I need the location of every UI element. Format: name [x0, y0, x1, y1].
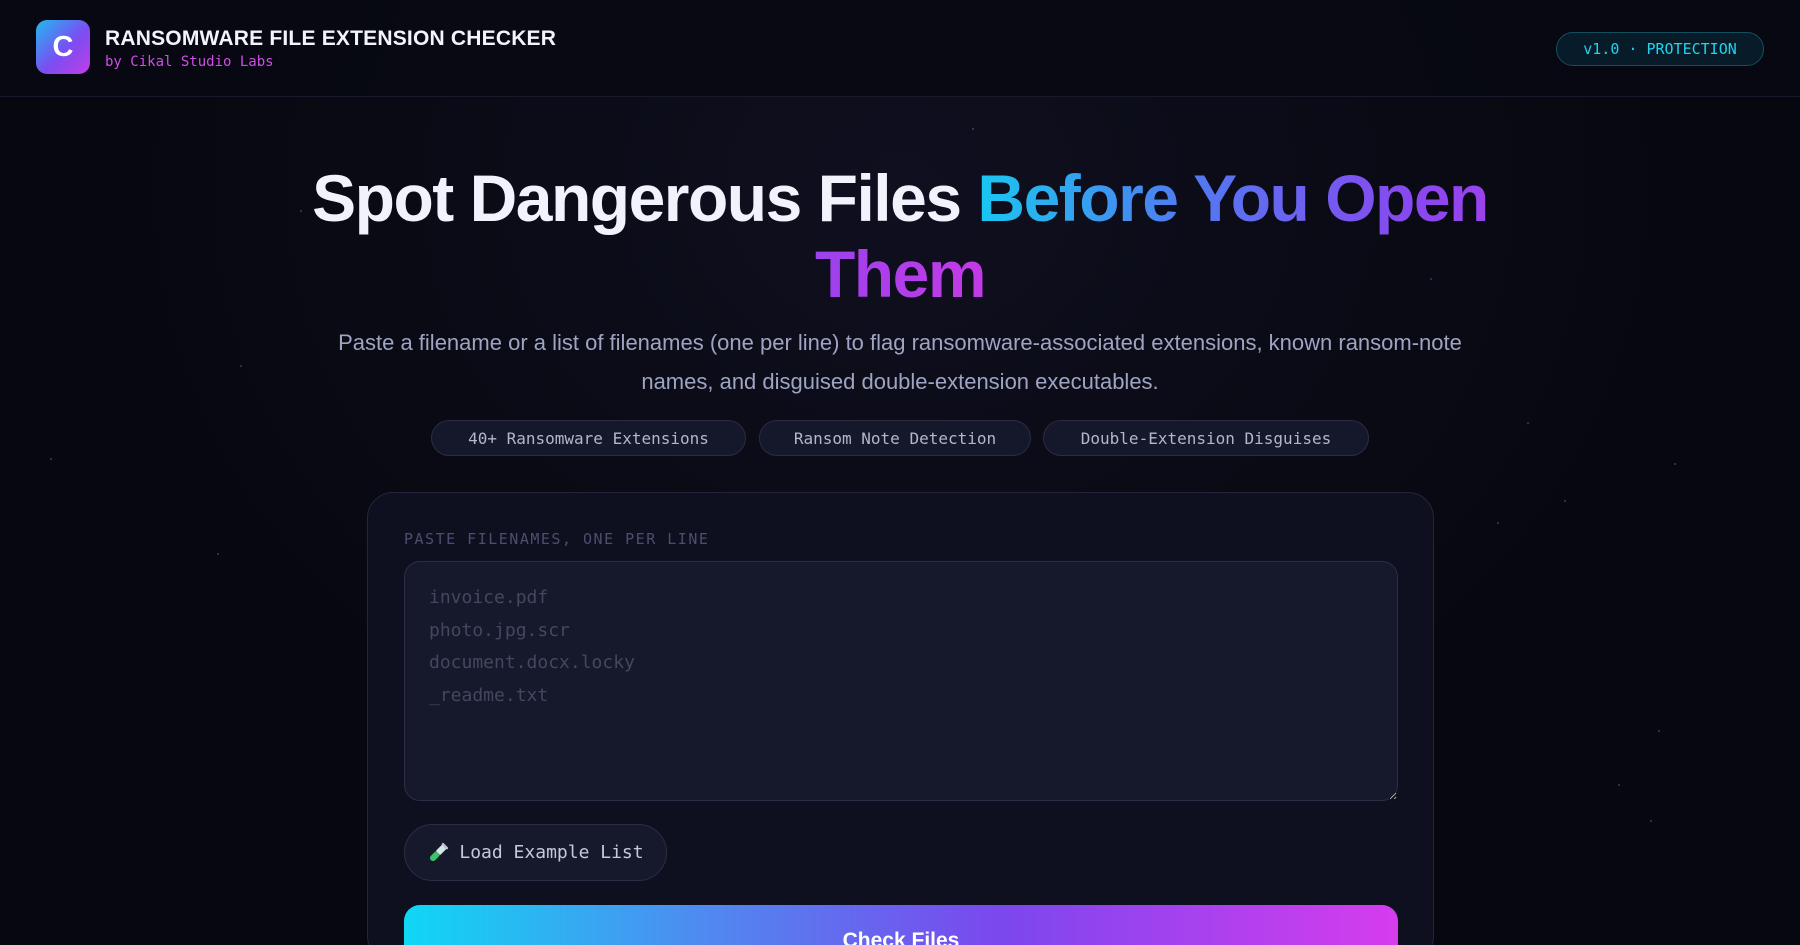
load-example-button[interactable]: Load Example List — [404, 824, 667, 881]
background-star — [1564, 500, 1566, 502]
version-badge: v1.0 · PROTECTION — [1556, 32, 1764, 66]
background-star — [240, 365, 242, 367]
load-example-label: Load Example List — [459, 842, 644, 863]
background-star — [1527, 422, 1529, 424]
background-star — [972, 128, 974, 130]
filenames-label: PASTE FILENAMES, ONE PER LINE — [404, 530, 710, 548]
feature-pill-double-extension: Double-Extension Disguises — [1043, 420, 1369, 456]
hero-title: Spot Dangerous Files Before You Open The… — [300, 160, 1500, 312]
background-star — [1658, 730, 1660, 732]
top-bar: C RANSOMWARE FILE EXTENSION CHECKER by C… — [0, 0, 1800, 97]
checker-card: PASTE FILENAMES, ONE PER LINE Load Examp… — [367, 492, 1434, 945]
background-star — [217, 553, 219, 555]
app-logo[interactable]: C — [36, 20, 90, 74]
background-star — [50, 458, 52, 460]
feature-pill-extensions: 40+ Ransomware Extensions — [431, 420, 746, 456]
app-title: RANSOMWARE FILE EXTENSION CHECKER — [105, 27, 557, 50]
background-star — [1650, 820, 1652, 822]
hero-description: Paste a filename or a list of filenames … — [338, 330, 1462, 394]
test-tube-icon — [427, 842, 449, 864]
background-star — [1674, 463, 1676, 465]
background-star — [1618, 784, 1620, 786]
background-star — [1497, 522, 1499, 524]
feature-pill-ransom-notes: Ransom Note Detection — [759, 420, 1031, 456]
filenames-input[interactable] — [404, 561, 1398, 801]
hero-title-plain: Spot Dangerous Files — [312, 161, 978, 235]
check-files-button[interactable]: Check Files — [404, 905, 1398, 945]
app-byline: by Cikal Studio Labs — [105, 54, 274, 70]
